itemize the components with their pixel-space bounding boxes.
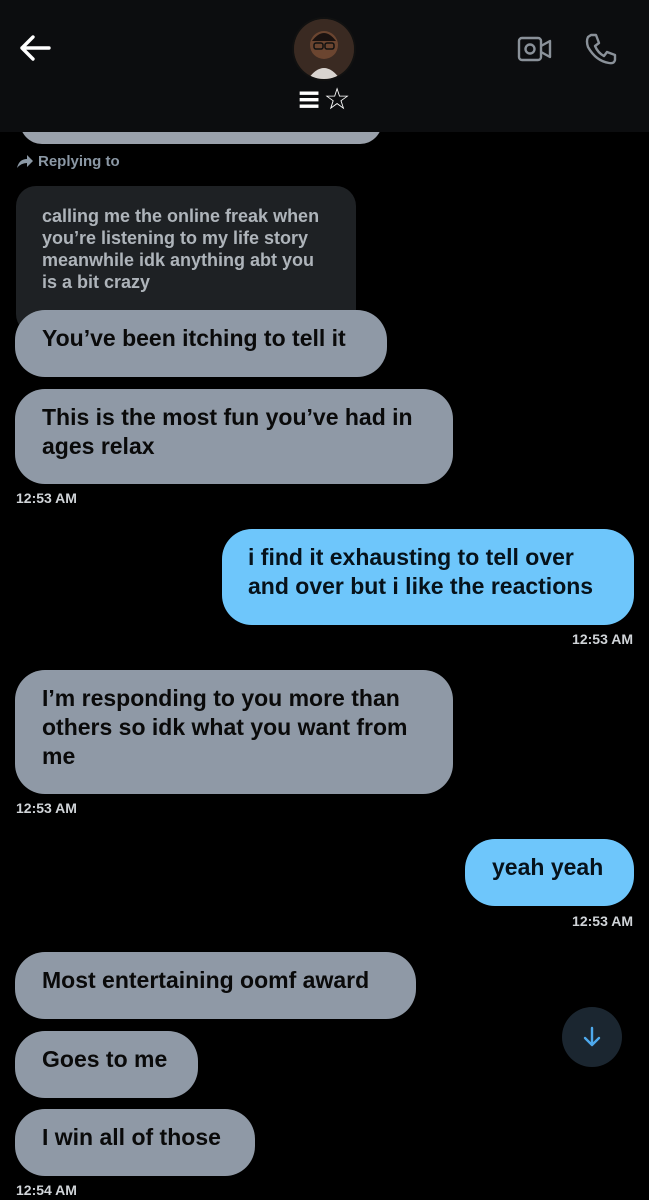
message-timestamp: 12:54 AM xyxy=(16,1182,77,1198)
video-call-button[interactable] xyxy=(516,30,554,68)
scroll-to-bottom-button[interactable] xyxy=(562,1007,622,1067)
message-bubble[interactable]: This is the most fun you’ve had in ages … xyxy=(15,389,453,484)
message-bubble[interactable]: You’ve been itching to tell it xyxy=(15,310,387,377)
message-timestamp: 12:53 AM xyxy=(572,913,633,929)
message-bubble-outgoing[interactable]: yeah yeah xyxy=(465,839,634,906)
back-arrow-icon xyxy=(20,35,51,61)
contact-name[interactable]: ≡☆ xyxy=(0,82,649,117)
video-call-icon xyxy=(517,36,552,62)
message-bubble-outgoing[interactable]: i find it exhausting to tell over and ov… xyxy=(222,529,634,625)
reply-arrow-icon xyxy=(17,154,33,168)
replying-to-label: Replying to xyxy=(16,153,120,170)
message-bubble[interactable]: Most entertaining oomf award xyxy=(15,952,416,1019)
back-button[interactable] xyxy=(14,28,54,68)
message-bubble[interactable]: I win all of those xyxy=(15,1109,255,1176)
message-timestamp: 12:53 AM xyxy=(16,490,77,506)
scroll-down-icon xyxy=(583,1026,601,1047)
message-bubble[interactable]: I’m responding to you more than others s… xyxy=(15,670,453,794)
message-timestamp: 12:53 AM xyxy=(16,800,77,816)
chat-header: ≡☆ xyxy=(0,0,649,132)
phone-call-button[interactable] xyxy=(582,30,620,68)
message-bubble[interactable]: Goes to me xyxy=(15,1031,198,1098)
avatar[interactable] xyxy=(294,19,354,79)
replying-to-text: Replying to xyxy=(38,153,120,170)
phone-icon xyxy=(585,33,617,65)
message-timestamp: 12:53 AM xyxy=(572,631,633,647)
